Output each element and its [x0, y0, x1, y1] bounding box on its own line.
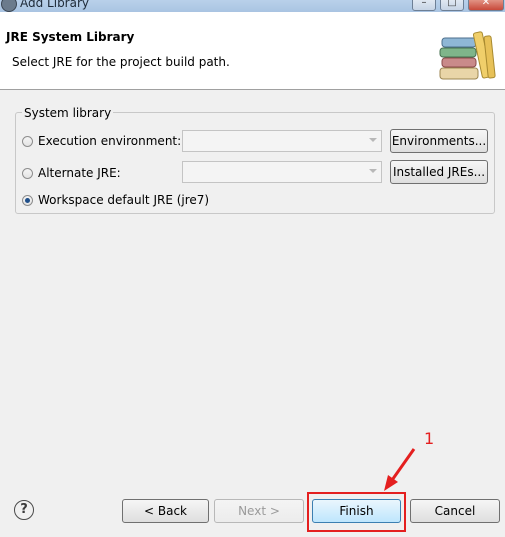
- annotation-arrow-icon: [384, 448, 416, 491]
- alternate-jre-combo[interactable]: [182, 161, 382, 183]
- minimize-button[interactable]: –: [412, 0, 436, 11]
- system-library-label: System library: [22, 106, 114, 120]
- workspace-default-jre-radio[interactable]: [22, 194, 33, 206]
- next-button: Next >: [214, 499, 304, 523]
- execution-environment-radio-row[interactable]: Execution environment:: [22, 132, 181, 150]
- workspace-default-jre-label: Workspace default JRE (jre7): [38, 193, 210, 207]
- help-icon[interactable]: ?: [14, 500, 34, 520]
- alternate-jre-radio-row[interactable]: Alternate JRE:: [22, 164, 121, 182]
- annotation-number: 1: [424, 429, 435, 448]
- workspace-default-jre-radio-row[interactable]: Workspace default JRE (jre7): [22, 191, 209, 209]
- maximize-button[interactable]: □: [440, 0, 464, 11]
- page-subtitle: Select JRE for the project build path.: [12, 55, 230, 69]
- execution-environment-combo[interactable]: [182, 130, 382, 152]
- installed-jres-button[interactable]: Installed JREs...: [390, 160, 488, 184]
- window-title: Add Library: [20, 0, 90, 10]
- page-title: JRE System Library: [6, 30, 135, 44]
- chevron-down-icon: [369, 169, 377, 173]
- dialog-header: JRE System Library Select JRE for the pr…: [0, 12, 505, 90]
- chevron-down-icon: [369, 138, 377, 142]
- app-icon: [1, 0, 17, 12]
- alternate-jre-label: Alternate JRE:: [38, 166, 121, 180]
- finish-highlight-box: [307, 492, 406, 532]
- environments-button[interactable]: Environments...: [390, 129, 488, 153]
- cancel-button[interactable]: Cancel: [410, 499, 500, 523]
- title-bar: Add Library – □ ✕: [0, 0, 505, 12]
- close-button[interactable]: ✕: [468, 0, 504, 11]
- execution-environment-label: Execution environment:: [38, 134, 182, 148]
- execution-environment-radio[interactable]: [22, 135, 33, 147]
- back-button[interactable]: < Back: [122, 499, 209, 523]
- alternate-jre-radio[interactable]: [22, 167, 33, 179]
- library-books-icon: [439, 31, 496, 80]
